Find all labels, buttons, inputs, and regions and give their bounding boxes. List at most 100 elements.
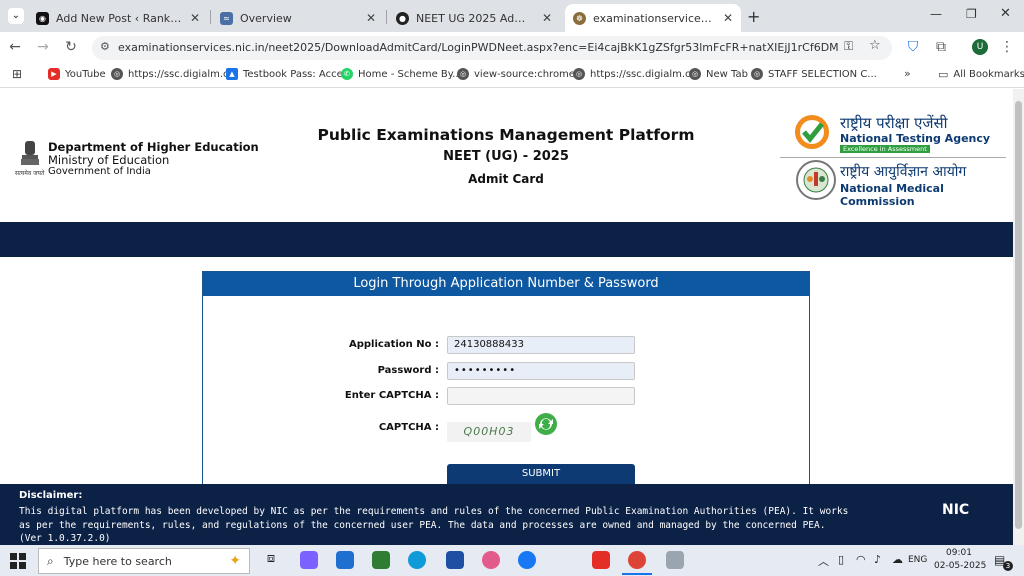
submit-button[interactable]: SUBMIT [447, 464, 635, 484]
close-tab-icon[interactable]: ✕ [366, 11, 376, 25]
tray-chevron-icon[interactable]: ︿ [818, 553, 829, 569]
page-title: Public Examinations Management Platform [317, 126, 695, 144]
minimize-icon[interactable]: — [930, 7, 942, 21]
tab-neet-admit-card[interactable]: ● NEET UG 2025 Admit Card ✕ [388, 4, 560, 32]
task-view-icon[interactable]: ⧈ [262, 551, 280, 569]
browser-tab-strip: ⌄ ◉ Add New Post ‹ Rank News — WordPress… [0, 0, 1024, 32]
clock-date[interactable]: 02-05-2025 [934, 561, 986, 571]
profile-avatar[interactable]: U [972, 39, 988, 55]
page-scrollbar[interactable] [1013, 89, 1024, 545]
windows-start-icon[interactable] [10, 553, 26, 569]
bookmark-ssc-2[interactable]: ◎ https://ssc.digialm.c... [573, 68, 700, 80]
clock-time[interactable]: 09:01 [946, 548, 972, 558]
mail-icon[interactable] [336, 551, 354, 569]
tab-title: Overview [240, 11, 292, 25]
password-key-icon[interactable]: ⚿ [844, 39, 853, 54]
enter-captcha-label: Enter CAPTCHA : [344, 390, 439, 401]
tab-overview[interactable]: ≈ Overview ✕ [212, 4, 384, 32]
facebook-icon[interactable] [518, 551, 536, 569]
scrollbar-thumb[interactable] [1015, 101, 1022, 529]
tab-title: Add New Post ‹ Rank News — WordPress [56, 11, 183, 25]
browser-toolbar: ← → ↻ ⚙ examinationservices.nic.in/neet2… [0, 32, 1024, 62]
chrome-icon[interactable] [628, 551, 646, 569]
bookmark-home-scheme[interactable]: ✆ Home - Scheme By... [341, 68, 462, 80]
more-bookmarks-icon[interactable]: » [904, 67, 911, 80]
site-info-icon[interactable]: ⚙ [100, 40, 110, 53]
globe-icon: ◎ [751, 68, 763, 80]
nta-logo-icon [794, 114, 830, 150]
youtube-taskbar-icon[interactable] [592, 551, 610, 569]
extension-shield-icon[interactable]: ⛉ [904, 38, 922, 56]
refresh-captcha-icon[interactable] [534, 412, 558, 436]
testbook-icon: ▲ [226, 68, 238, 80]
bookmark-star-icon[interactable]: ☆ [869, 38, 881, 53]
close-tab-icon[interactable]: ✕ [190, 11, 200, 25]
nmc-english-name: National Medical Commission [840, 182, 944, 208]
battery-icon[interactable]: ▯ [838, 553, 844, 566]
close-tab-icon[interactable]: ✕ [542, 11, 552, 25]
taskbar-search-box[interactable]: ⌕ Type here to search ✦ [38, 548, 250, 574]
restore-icon[interactable]: ❐ [966, 7, 977, 21]
bookmark-staff-selection[interactable]: ◎ STAFF SELECTION C... [751, 68, 877, 80]
emblem-favicon-icon: ☸ [573, 11, 586, 25]
page-content: सत्यमेव जयते Department of Higher Educat… [0, 89, 1013, 545]
globe-icon: ◎ [457, 68, 469, 80]
department-name: Department of Higher Education [48, 140, 259, 154]
language-indicator[interactable]: ENG [908, 555, 927, 565]
captcha-image: Q00H03 [447, 422, 531, 442]
nta-english-name: National Testing Agency [840, 132, 991, 145]
window-close-icon[interactable]: ✕ [1000, 6, 1011, 21]
password-input[interactable]: ••••••••• [447, 362, 635, 380]
globe-icon: ◎ [573, 68, 585, 80]
globe-icon: ◎ [689, 68, 701, 80]
captcha-input[interactable] [447, 387, 635, 405]
notification-badge: 3 [1003, 561, 1013, 571]
bookmark-youtube[interactable]: ▶ YouTube [48, 68, 106, 80]
volume-icon[interactable]: ♪ [874, 553, 881, 566]
disclaimer-title: Disclaimer: [19, 490, 83, 501]
ministry-name: Ministry of Education [48, 153, 170, 167]
all-bookmarks-folder[interactable]: ▭ All Bookmarks [938, 68, 1024, 81]
admit-card-title: Admit Card [468, 172, 544, 186]
close-tab-icon[interactable]: ✕ [723, 11, 733, 25]
wifi-icon[interactable]: ◠ [856, 553, 866, 566]
photos-icon[interactable] [482, 551, 500, 569]
back-icon[interactable]: ← [6, 38, 24, 56]
search-icon: ⌕ [47, 553, 54, 568]
reload-icon[interactable]: ↻ [62, 38, 80, 56]
tab-search-button[interactable]: ⌄ [8, 8, 24, 24]
store-icon[interactable] [372, 551, 390, 569]
forward-icon[interactable]: → [34, 38, 52, 56]
address-bar[interactable]: ⚙ examinationservices.nic.in/neet2025/Do… [92, 36, 892, 60]
bookmark-view-source[interactable]: ◎ view-source:chrome... [457, 68, 585, 80]
bookmark-testbook[interactable]: ▲ Testbook Pass: Acce... [226, 68, 352, 80]
header-banner-bar [0, 222, 1013, 257]
active-app-indicator [622, 573, 652, 575]
nic-logo: NIC [942, 502, 970, 518]
browser-menu-icon[interactable]: ⋮ [998, 38, 1016, 56]
snipping-tool-icon[interactable] [666, 551, 684, 569]
edge-icon[interactable] [408, 551, 426, 569]
bookmark-new-tab[interactable]: ◎ New Tab [689, 68, 748, 80]
exam-name: NEET (UG) - 2025 [443, 149, 569, 164]
nmc-hindi-name: राष्ट्रीय आयुर्विज्ञान आयोग [840, 164, 967, 180]
windows-taskbar: ⌕ Type here to search ✦ ⧈ ︿ ▯ ◠ ♪ ☁ ENG … [0, 545, 1024, 576]
extensions-puzzle-icon[interactable]: ⧉ [932, 38, 950, 56]
tab-wordpress[interactable]: ◉ Add New Post ‹ Rank News — WordPress ✕ [28, 4, 208, 32]
application-no-input[interactable]: 24130888433 [447, 336, 635, 354]
login-panel: Login Through Application Number & Passw… [202, 271, 810, 491]
new-tab-icon[interactable]: + [747, 7, 760, 26]
neet-favicon-icon: ● [396, 11, 409, 25]
cloud-icon[interactable]: ☁ [892, 553, 903, 566]
emblem-caption: सत्यमेव जयते [15, 170, 45, 177]
microsoft-store-icon[interactable] [446, 551, 464, 569]
bookmark-ssc-1[interactable]: ◎ https://ssc.digialm.c... [111, 68, 238, 80]
overview-favicon-icon: ≈ [220, 11, 233, 25]
whatsapp-icon: ✆ [341, 68, 353, 80]
youtube-icon: ▶ [48, 68, 60, 80]
apps-grid-icon[interactable]: ⊞ [12, 67, 22, 81]
password-label: Password : [377, 365, 439, 376]
tab-examination-services[interactable]: ☸ examinationservices.nic.in/neet2025 ✕ [565, 4, 741, 32]
copilot-icon[interactable] [300, 551, 318, 569]
application-no-label: Application No : [349, 339, 439, 350]
